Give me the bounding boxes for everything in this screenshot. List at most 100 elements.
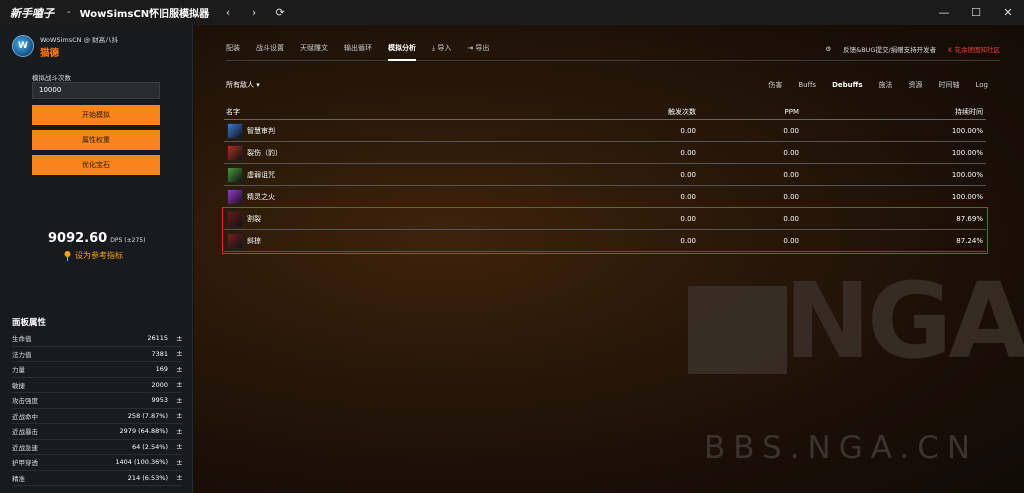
dps-result: 9092.60 DPS (±275) <box>48 231 145 246</box>
ppm-cell: 0.00 <box>783 170 799 179</box>
stat-row: 敏捷 2000 ± <box>12 378 183 393</box>
mangle-icon <box>227 144 243 161</box>
compare-icon[interactable]: ± <box>176 380 183 389</box>
main-panel: NGA BBS.NGA.CN 配装 战斗设置 天赋雕文 输出循环 模拟分析 ⤓ 导入 ⇥ 导… <box>194 25 1024 493</box>
compare-icon[interactable]: ± <box>176 396 183 405</box>
stat-row: 攻击强度 9953 ± <box>12 393 183 409</box>
tab-0[interactable]: 配装 <box>226 37 240 61</box>
stat-name: 法力值 <box>12 350 32 359</box>
community-link[interactable]: K 花余德图知社区 <box>948 44 1000 54</box>
faerie-fire-icon <box>227 188 243 205</box>
result-tab-1[interactable]: Buffs <box>798 81 816 89</box>
top-tabs: 配装 战斗设置 天赋雕文 输出循环 模拟分析 ⤓ 导入 ⇥ 导出 ⚙ 反馈&BUG提交/捐赠… <box>226 37 1000 61</box>
result-tabs: 伤害 Buffs Debuffs 施法 资源 时间轴 Log <box>752 75 988 95</box>
nga-watermark: NGA <box>784 260 1024 382</box>
stat-row: 精准 214 (6.53%) ± <box>12 471 183 486</box>
stat-row: 力量 169 ± <box>12 362 183 378</box>
compare-icon[interactable]: ± <box>176 427 183 436</box>
minimize-icon[interactable]: — <box>928 0 960 25</box>
stat-weights-button[interactable]: 属性权重 <box>32 130 160 150</box>
back-icon[interactable]: ‹ <box>223 6 233 19</box>
compare-icon[interactable]: ± <box>176 458 183 467</box>
stat-name: 敏捷 <box>12 381 25 390</box>
tab-6[interactable]: ⇥ 导出 <box>467 37 489 61</box>
result-tab-2[interactable]: Debuffs <box>832 81 862 89</box>
tab-2[interactable]: 天赋雕文 <box>300 37 328 61</box>
stat-row: 近战急速 64 (2.54%) ± <box>12 440 183 455</box>
col-ppm[interactable]: PPM <box>696 108 799 116</box>
count-cell: 0.00 <box>680 170 696 179</box>
stat-name: 力量 <box>12 366 25 375</box>
sidebar-header: W WoWSimsCN @ 财高八抖 猫德 <box>0 25 192 61</box>
stat-name: 攻击强度 <box>12 397 38 406</box>
compare-icon[interactable]: ± <box>176 411 183 420</box>
compare-icon[interactable]: ± <box>176 334 183 343</box>
count-cell: 0.00 <box>680 192 696 201</box>
judgement-icon <box>227 122 243 139</box>
set-reference-link[interactable]: 设为参考指标 <box>64 250 123 261</box>
set-reference-label: 设为参考指标 <box>75 251 123 260</box>
optimize-gems-button[interactable]: 优化宝石 <box>32 155 160 175</box>
start-sim-button[interactable]: 开始模拟 <box>32 105 160 125</box>
curse-icon <box>227 166 243 183</box>
result-tab-4[interactable]: 资源 <box>908 80 922 90</box>
count-cell: 0.00 <box>680 148 696 157</box>
refresh-icon[interactable]: ⟳ <box>275 6 285 19</box>
stat-value: 7381 <box>151 349 168 358</box>
class-name: 猫德 <box>40 47 60 59</box>
enemy-select[interactable]: 所有敌人 ▾ <box>226 80 260 90</box>
stat-value: 258 (7.87%) <box>127 411 168 420</box>
stat-value: 26115 <box>147 334 168 343</box>
title-separator: - <box>67 7 71 18</box>
result-tab-0[interactable]: 伤害 <box>768 80 782 90</box>
maximize-icon[interactable]: ☐ <box>960 0 992 25</box>
brand-logo: 新手嗑子 <box>10 6 54 20</box>
stat-row: 近战暴击 2979 (64.88%) ± <box>12 424 183 440</box>
duration-cell: 100.00% <box>951 148 983 157</box>
stat-value: 2000 <box>151 380 168 389</box>
debuff-name: 虚弱诅咒 <box>247 170 275 179</box>
sub-bar: 所有敌人 ▾ 伤害 Buffs Debuffs 施法 资源 时间轴 Log <box>226 75 988 95</box>
tab-1[interactable]: 战斗设置 <box>256 37 284 61</box>
ppm-cell: 0.00 <box>783 192 799 201</box>
debuff-name: 智慧审判 <box>247 126 275 135</box>
tab-3[interactable]: 输出循环 <box>344 37 372 61</box>
count-cell: 0.00 <box>680 126 696 135</box>
stat-name: 精准 <box>12 474 25 483</box>
stat-row: 生命值 26115 ± <box>12 331 183 347</box>
settings-icon[interactable]: ⚙ <box>825 45 831 53</box>
compare-icon[interactable]: ± <box>176 349 183 358</box>
stat-value: 1404 (100.36%) <box>115 458 168 467</box>
result-tab-5[interactable]: 时间轴 <box>938 80 959 90</box>
fight-count-input[interactable]: 10000 <box>32 82 160 99</box>
compare-icon[interactable]: ± <box>176 442 183 451</box>
close-icon[interactable]: ✕ <box>992 0 1024 25</box>
col-name[interactable]: 名字 <box>224 107 564 117</box>
stat-value: 9953 <box>151 396 168 405</box>
debuff-name: 裂伤（豹） <box>247 148 282 157</box>
compare-icon[interactable]: ± <box>176 365 183 374</box>
tab-5[interactable]: ⤓ 导入 <box>432 37 451 61</box>
duration-cell: 100.00% <box>951 192 983 201</box>
stats-list: 生命值 26115 ± 法力值 7381 ± 力量 169 ± 敏捷 2000 ± 攻击强度 9953 ± 近… <box>12 331 183 486</box>
sidebar: W WoWSimsCN @ 财高八抖 猫德 模拟战斗次数 10000 开始模拟 … <box>0 25 193 493</box>
app-title: WowSimsCN怀旧服模拟器 <box>79 9 210 20</box>
title-bar: 新手嗑子 - WowSimsCN怀旧服模拟器 ‹ › ⟳ — ☐ ✕ <box>0 0 1024 25</box>
feedback-link[interactable]: 反馈&BUG提交/捐赠支持开发者 <box>843 44 936 54</box>
window-controls: — ☐ ✕ <box>928 0 1024 25</box>
highlight-box <box>222 207 988 254</box>
forward-icon[interactable]: › <box>249 6 259 19</box>
nav-controls: ‹ › ⟳ <box>223 6 285 19</box>
compare-icon[interactable]: ± <box>176 473 183 482</box>
pin-icon <box>64 250 71 261</box>
table-row: 精灵之火 0.00 0.00 100.00% <box>224 186 986 208</box>
result-tab-3[interactable]: 施法 <box>878 80 892 90</box>
stat-name: 生命值 <box>12 335 32 344</box>
result-tab-6[interactable]: Log <box>975 81 988 89</box>
stat-name: 护甲穿透 <box>12 459 38 468</box>
col-count[interactable]: 触发次数 <box>564 107 696 117</box>
col-duration[interactable]: 持续时间 <box>799 107 986 117</box>
debuff-name-cell: 精灵之火 <box>224 188 564 205</box>
nga-url-watermark: BBS.NGA.CN <box>704 430 979 466</box>
tab-4[interactable]: 模拟分析 <box>388 37 416 61</box>
